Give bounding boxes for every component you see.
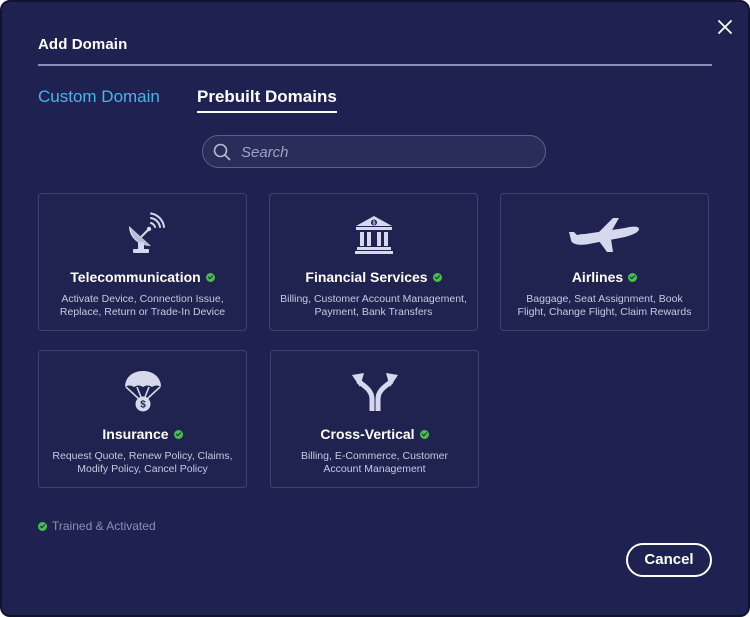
- airplane-icon: [501, 212, 708, 256]
- check-icon: [173, 429, 183, 439]
- domain-name-label: Insurance: [102, 426, 169, 442]
- check-icon: [628, 272, 638, 282]
- domain-card-insurance[interactable]: $ Insurance Request Quote, Renew Policy,…: [38, 350, 247, 488]
- domain-name-label: Financial Services: [305, 269, 428, 285]
- domain-name: Cross-Vertical: [271, 426, 478, 442]
- domain-name: Telecommunication: [39, 269, 246, 285]
- split-arrows-icon: [271, 369, 478, 413]
- search-input[interactable]: [239, 136, 533, 168]
- cancel-button[interactable]: Cancel: [626, 543, 712, 577]
- bank-icon: $: [270, 212, 477, 256]
- svg-text:$: $: [140, 400, 146, 411]
- domain-name-label: Airlines: [571, 269, 624, 285]
- check-icon: [432, 272, 442, 282]
- search-icon: [213, 143, 231, 161]
- domain-description: Activate Device, Connection Issue, Repla…: [59, 293, 226, 318]
- domain-name: Financial Services: [270, 269, 477, 285]
- svg-text:$: $: [372, 221, 375, 227]
- add-domain-dialog: Add Domain Custom Domain Prebuilt Domain…: [0, 0, 750, 617]
- satellite-dish-icon: [39, 212, 246, 256]
- search-box[interactable]: [202, 135, 546, 168]
- check-icon: [419, 429, 429, 439]
- domain-name-label: Cross-Vertical: [320, 426, 415, 442]
- domain-description: Billing, Customer Account Management, Pa…: [280, 293, 467, 318]
- tab-custom-domain[interactable]: Custom Domain: [38, 87, 160, 107]
- domain-name-label: Telecommunication: [70, 269, 201, 285]
- domain-card-telecommunication[interactable]: Telecommunication Activate Device, Conne…: [38, 193, 247, 331]
- domain-description: Baggage, Seat Assignment, Book Flight, C…: [517, 293, 692, 318]
- status-legend: Trained & Activated: [38, 519, 156, 533]
- domain-description: Billing, E-Commerce, Customer Account Ma…: [300, 450, 449, 475]
- check-icon: [205, 272, 215, 282]
- dialog-title: Add Domain: [38, 36, 128, 53]
- domain-name: Airlines: [501, 269, 708, 285]
- tab-prebuilt-domains[interactable]: Prebuilt Domains: [197, 87, 337, 113]
- domain-card-cross-vertical[interactable]: Cross-Vertical Billing, E-Commerce, Cust…: [270, 350, 479, 488]
- domain-name: Insurance: [39, 426, 246, 442]
- parachute-money-icon: $: [39, 369, 246, 413]
- legend-label: Trained & Activated: [52, 519, 156, 533]
- domain-description: Request Quote, Renew Policy, Claims, Mod…: [52, 450, 233, 475]
- domain-card-financial-services[interactable]: $ Financial Services Billing, Customer A…: [269, 193, 478, 331]
- domain-card-airlines[interactable]: Airlines Baggage, Seat Assignment, Book …: [500, 193, 709, 331]
- check-icon: [38, 521, 47, 531]
- close-icon[interactable]: [714, 16, 736, 38]
- title-divider: [38, 64, 712, 66]
